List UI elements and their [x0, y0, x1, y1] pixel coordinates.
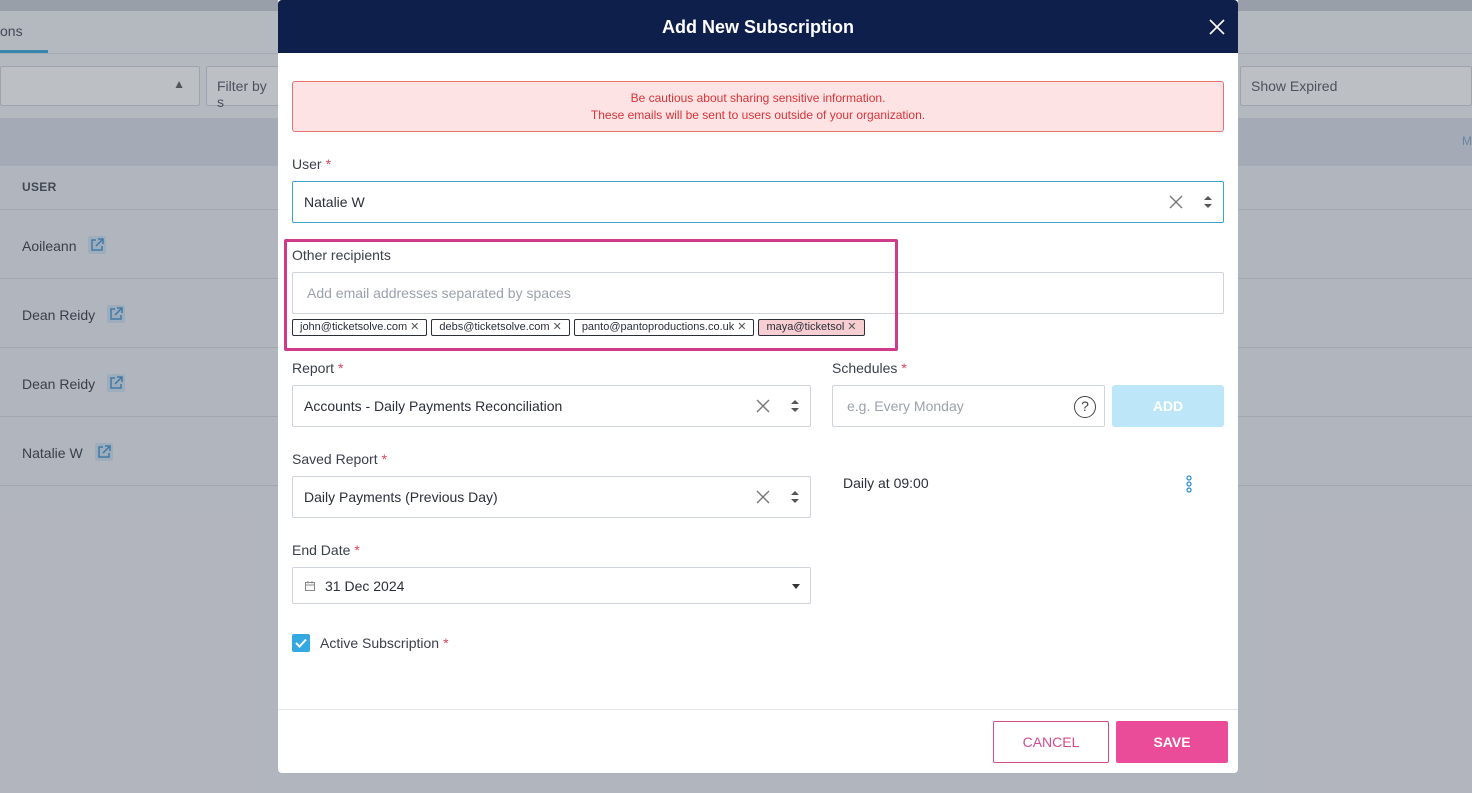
report-select[interactable]: Accounts - Daily Payments Reconciliation	[292, 385, 811, 427]
required-marker: *	[325, 156, 332, 172]
warning-banner: Be cautious about sharing sensitive info…	[292, 81, 1224, 132]
other-recipients-label: Other recipients	[292, 247, 391, 263]
chevron-updown-icon	[791, 491, 799, 503]
schedule-item: Daily at 09:00	[843, 475, 929, 491]
calendar-icon	[305, 581, 315, 591]
clear-icon[interactable]	[756, 399, 770, 413]
recipient-tag[interactable]: john@ticketsolve.com ✕	[292, 319, 428, 336]
footer-divider	[278, 709, 1238, 710]
recipient-tag-invalid[interactable]: maya@ticketsol ✕	[758, 319, 865, 336]
warning-line-1: Be cautious about sharing sensitive info…	[630, 91, 886, 105]
saved-report-value: Daily Payments (Previous Day)	[304, 489, 498, 505]
saved-report-label: Saved Report *	[292, 451, 388, 467]
active-subscription-label: Active Subscription *	[320, 635, 449, 651]
saved-report-select[interactable]: Daily Payments (Previous Day)	[292, 476, 811, 518]
recipient-tag[interactable]: panto@pantoproductions.co.uk ✕	[573, 319, 755, 336]
other-recipients-placeholder: Add email addresses separated by spaces	[307, 285, 571, 301]
schedules-placeholder: e.g. Every Monday	[847, 398, 964, 414]
modal-title: Add New Subscription	[661, 17, 854, 37]
save-button[interactable]: SAVE	[1116, 721, 1228, 763]
chevron-updown-icon	[1204, 196, 1212, 208]
end-date-label: End Date *	[292, 542, 360, 558]
recipient-tags: john@ticketsolve.com ✕ debs@ticketsolve.co…	[292, 319, 869, 336]
help-icon[interactable]: ?	[1074, 396, 1096, 418]
end-date-value: 31 Dec 2024	[325, 578, 405, 594]
check-icon	[295, 638, 307, 648]
user-value: Natalie W	[304, 194, 365, 210]
add-schedule-button[interactable]: ADD	[1112, 385, 1224, 427]
required-marker: *	[901, 360, 907, 376]
cancel-button[interactable]: CANCEL	[993, 721, 1109, 763]
report-label: Report *	[292, 360, 344, 376]
schedules-label: Schedules *	[832, 360, 907, 376]
other-recipients-input[interactable]: Add email addresses separated by spaces	[292, 272, 1224, 314]
add-subscription-modal: Add New Subscription Be cautious about s…	[278, 0, 1238, 773]
required-marker: *	[338, 360, 344, 376]
kebab-menu-icon[interactable]	[1184, 474, 1194, 494]
required-marker: *	[381, 451, 388, 467]
close-icon[interactable]	[1208, 18, 1226, 36]
end-date-picker[interactable]: 31 Dec 2024	[292, 567, 811, 604]
caret-down-icon	[792, 584, 800, 589]
warning-line-2: These emails will be sent to users outsi…	[590, 108, 926, 122]
user-label: User *	[292, 156, 332, 172]
schedules-input[interactable]: e.g. Every Monday ?	[832, 385, 1105, 427]
remove-tag-icon[interactable]: ✕	[847, 321, 856, 333]
recipient-tag[interactable]: debs@ticketsolve.com ✕	[431, 319, 570, 336]
remove-tag-icon[interactable]: ✕	[737, 321, 746, 333]
user-select[interactable]: Natalie W	[292, 181, 1224, 223]
required-marker: *	[443, 635, 449, 651]
modal-header: Add New Subscription	[278, 0, 1238, 53]
chevron-updown-icon	[791, 400, 799, 412]
clear-icon[interactable]	[1169, 195, 1183, 209]
clear-icon[interactable]	[756, 490, 770, 504]
remove-tag-icon[interactable]: ✕	[410, 321, 419, 333]
active-subscription-checkbox[interactable]	[292, 634, 310, 652]
remove-tag-icon[interactable]: ✕	[553, 321, 562, 333]
required-marker: *	[354, 542, 360, 558]
report-value: Accounts - Daily Payments Reconciliation	[304, 398, 563, 414]
